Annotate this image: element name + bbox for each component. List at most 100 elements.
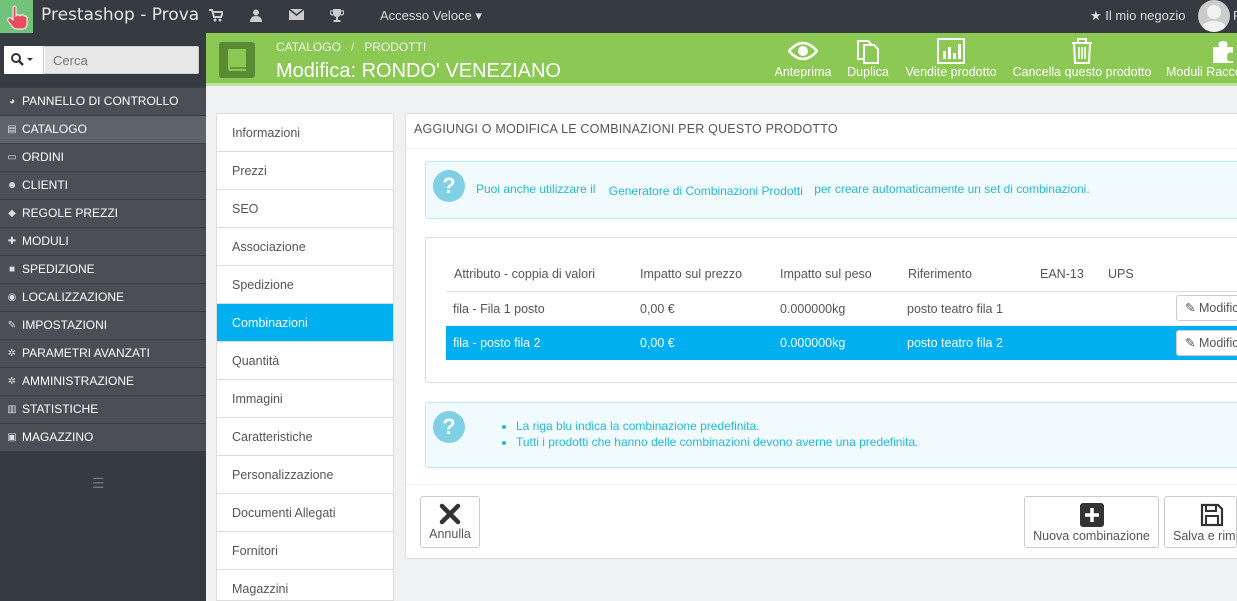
breadcrumb-catalog[interactable]: CATALOGO bbox=[276, 40, 341, 54]
archive-icon: ▣ bbox=[7, 432, 17, 443]
eye-icon bbox=[788, 41, 818, 61]
list-item: Tutti i prodotti che hanno delle combina… bbox=[516, 435, 919, 449]
table-row[interactable]: fila - posto fila 2 0,00 € 0.000000kg po… bbox=[446, 326, 1237, 360]
tab-immagini[interactable]: Immagini bbox=[217, 380, 393, 418]
cancel-label: Annulla bbox=[429, 527, 471, 541]
sidebar-item-regole-prezzi[interactable]: ◆ REGOLE PREZZI bbox=[0, 199, 206, 227]
sidebar-item-localizzazione[interactable]: ◉ LOCALIZZAZIONE bbox=[0, 283, 206, 311]
envelope-icon[interactable] bbox=[289, 9, 304, 20]
quick-access-label: Accesso Veloce bbox=[380, 8, 472, 23]
header-attribute: Attributo - coppia di valori bbox=[454, 267, 596, 281]
tab-combinazioni[interactable]: Combinazioni bbox=[217, 304, 393, 342]
table-row[interactable]: fila - Fila 1 posto 0,00 € 0.000000kg po… bbox=[446, 292, 1237, 326]
puzzle-icon: ✚ bbox=[7, 236, 17, 247]
edit-combination-button[interactable]: ✎ Modifica bbox=[1176, 330, 1237, 356]
tab-personalizzazione[interactable]: Personalizzazione bbox=[217, 456, 393, 494]
product-tabs: Informazioni Prezzi SEO Associazione Spedizi… bbox=[216, 113, 394, 601]
tab-quantità[interactable]: Quantità bbox=[217, 342, 393, 380]
tab-magazzini[interactable]: Magazzini bbox=[217, 570, 393, 601]
collapse-menu-icon[interactable]: ☰ bbox=[92, 475, 105, 492]
app-title: Prestashop - Prova bbox=[41, 5, 200, 25]
save-icon bbox=[1200, 503, 1224, 527]
panel-heading: AGGIUNGI O MODIFICA LE COMBINAZIONI PER … bbox=[405, 113, 1237, 149]
sidebar-item-parametri-avanzati[interactable]: ✲ PARAMETRI AVANZATI bbox=[0, 339, 206, 367]
cell-weight-impact: 0.000000kg bbox=[780, 302, 846, 316]
quick-access-dropdown[interactable]: Accesso Veloce ▾ bbox=[380, 8, 482, 24]
my-store-link[interactable]: ★ Il mio negozio bbox=[1090, 8, 1186, 24]
truck-icon: ■ bbox=[8, 264, 16, 275]
breadcrumb-products[interactable]: PRODOTTI bbox=[364, 40, 426, 54]
generator-link[interactable]: Generatore di Combinazioni Prodotti bbox=[609, 184, 803, 198]
delete-product-button[interactable]: Cancella questo prodotto bbox=[1010, 37, 1154, 79]
duplicate-label: Duplica bbox=[847, 65, 889, 79]
tags-icon: ◆ bbox=[8, 208, 16, 219]
header-ups: UPS bbox=[1108, 267, 1134, 281]
user-avatar-icon bbox=[1201, 5, 1227, 32]
tab-informazioni[interactable]: Informazioni bbox=[217, 114, 393, 152]
save-and-stay-button[interactable]: Salva e rimani bbox=[1164, 496, 1237, 548]
tab-associazione[interactable]: Associazione bbox=[217, 228, 393, 266]
header-reference: Riferimento bbox=[908, 267, 972, 281]
wrench-icon: ✎ bbox=[7, 320, 17, 331]
sidebar-item-ordini[interactable]: ▭ ORDINI bbox=[0, 143, 206, 171]
sidebar-item-amministrazione[interactable]: ✲ AMMINISTRAZIONE bbox=[0, 367, 206, 395]
tab-caratteristiche[interactable]: Caratteristiche bbox=[217, 418, 393, 456]
product-sales-button[interactable]: Vendite prodotto bbox=[902, 37, 1000, 79]
edit-combination-button[interactable]: ✎ Modifica bbox=[1176, 295, 1237, 321]
caret-down-icon: ▾ bbox=[475, 8, 482, 23]
star-icon: ★ bbox=[1090, 8, 1102, 23]
cell-price-impact: 0,00 € bbox=[640, 336, 675, 350]
preview-button[interactable]: Anteprima bbox=[772, 37, 834, 79]
search-filter-button[interactable] bbox=[4, 46, 44, 74]
sidebar-item-label: STATISTICHE bbox=[22, 402, 99, 416]
cancel-button[interactable]: Annulla bbox=[420, 496, 480, 548]
sidebar-item-clienti[interactable]: ☻ CLIENTI bbox=[0, 171, 206, 199]
tab-documenti-allegati[interactable]: Documenti Allegati bbox=[217, 494, 393, 532]
cell-weight-impact: 0.000000kg bbox=[780, 336, 846, 350]
sidebar-item-pannello-di-controllo[interactable]: ◕ PANNELLO DI CONTROLLO bbox=[0, 87, 206, 115]
dashboard-icon: ◕ bbox=[8, 96, 16, 107]
bar-chart-icon bbox=[937, 38, 965, 64]
trophy-icon[interactable] bbox=[330, 9, 344, 22]
hand-pointer-icon bbox=[7, 5, 28, 30]
edit-label: Modifica bbox=[1198, 336, 1237, 350]
book-icon: ▤ bbox=[7, 124, 17, 135]
sidebar-item-spedizione[interactable]: ■ SPEDIZIONE bbox=[0, 255, 206, 283]
avatar[interactable] bbox=[1198, 0, 1230, 32]
sidebar-item-label: MODULI bbox=[22, 234, 69, 248]
search-icon bbox=[11, 53, 33, 66]
user-name[interactable]: F bbox=[1233, 8, 1237, 23]
sidebar-item-moduli[interactable]: ✚ MODULI bbox=[0, 227, 206, 255]
tab-prezzi[interactable]: Prezzi bbox=[217, 152, 393, 190]
header-price-impact: Impatto sul prezzo bbox=[640, 267, 743, 281]
new-combination-label: Nuova combinazione bbox=[1033, 529, 1150, 543]
puzzle-icon bbox=[1213, 41, 1233, 63]
tab-seo[interactable]: SEO bbox=[217, 190, 393, 228]
sidebar-item-catalogo[interactable]: ▤ CATALOGO bbox=[0, 115, 206, 143]
tab-spedizione[interactable]: Spedizione bbox=[217, 266, 393, 304]
user-icon[interactable] bbox=[250, 9, 262, 22]
recommended-modules-button[interactable]: Moduli Raccomandati bbox=[1166, 37, 1237, 79]
cog-icon: ✲ bbox=[7, 376, 17, 387]
sidebar-item-statistiche[interactable]: ▥ STATISTICHE bbox=[0, 395, 206, 423]
globe-icon: ◉ bbox=[7, 292, 17, 303]
search-input[interactable] bbox=[45, 47, 198, 73]
product-sales-label: Vendite prodotto bbox=[905, 65, 997, 79]
edit-label: Modifica bbox=[1198, 301, 1237, 315]
generator-info-text: Puoi anche utilizzare il Generatore di C… bbox=[476, 182, 1090, 198]
users-icon: ☻ bbox=[6, 180, 18, 191]
save-and-stay-label: Salva e rimani bbox=[1173, 529, 1236, 543]
sidebar-item-label: CATALOGO bbox=[22, 122, 87, 136]
duplicate-button[interactable]: Duplica bbox=[846, 37, 890, 79]
cell-price-impact: 0,00 € bbox=[640, 302, 675, 316]
prestashop-logo[interactable] bbox=[0, 0, 33, 33]
book-icon bbox=[219, 42, 255, 78]
new-combination-button[interactable]: Nuova combinazione bbox=[1024, 496, 1159, 548]
tab-fornitori[interactable]: Fornitori bbox=[217, 532, 393, 570]
sidebar-item-magazzino[interactable]: ▣ MAGAZZINO bbox=[0, 423, 206, 451]
cart-icon[interactable] bbox=[209, 9, 223, 22]
plus-square-icon bbox=[1079, 503, 1104, 527]
list-item: La riga blu indica la combinazione prede… bbox=[516, 419, 919, 433]
sidebar-item-impostazioni[interactable]: ✎ IMPOSTAZIONI bbox=[0, 311, 206, 339]
cell-reference: posto teatro fila 2 bbox=[907, 336, 1003, 350]
